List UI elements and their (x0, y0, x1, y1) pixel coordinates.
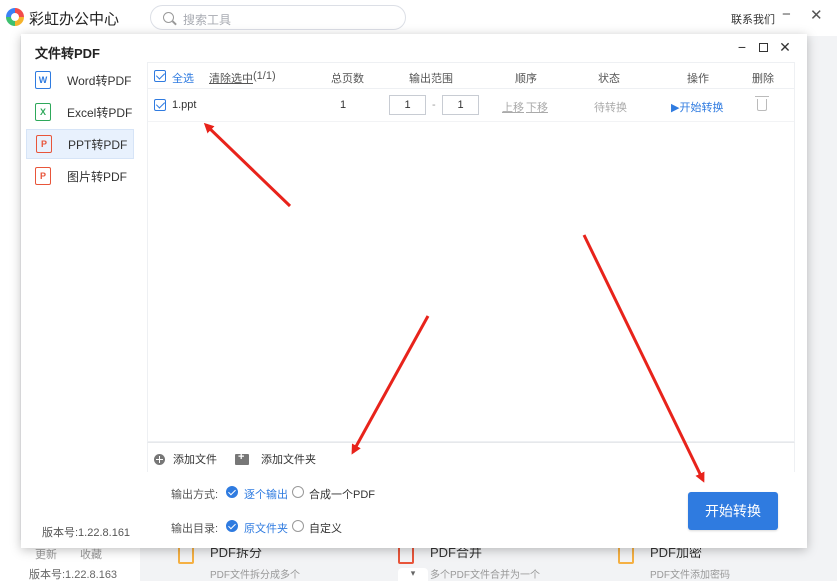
dialog-close-button[interactable]: ✕ (777, 39, 793, 56)
col-range: 输出范围 (409, 73, 453, 85)
file-to-pdf-dialog: 文件转PDF − ✕ W Word转PDF X Excel转PDF P PPT转… (21, 34, 807, 548)
radio-individual-label[interactable]: 逐个输出 (244, 486, 288, 502)
minimize-button[interactable]: − (782, 6, 791, 23)
col-delete: 删除 (752, 73, 774, 85)
output-mode-label: 输出方式: (171, 489, 219, 501)
app-logo-icon (6, 8, 24, 26)
add-folder-button[interactable]: 添加文件夹 (235, 451, 316, 467)
search-icon (163, 12, 174, 23)
update-link[interactable]: 更新 (35, 546, 57, 562)
move-up-link[interactable]: 上移 (502, 99, 524, 115)
radio-source-folder-label[interactable]: 原文件夹 (244, 520, 288, 536)
clear-selected-link[interactable]: 清除选中 (209, 70, 253, 86)
word-icon: W (35, 71, 51, 89)
output-dir-label: 输出目录: (171, 523, 219, 535)
range-from-input[interactable]: 1 (389, 95, 426, 115)
col-status: 状态 (598, 73, 620, 85)
radio-merge[interactable] (292, 486, 304, 498)
selected-count: (1/1) (253, 70, 276, 82)
radio-custom[interactable] (292, 520, 304, 532)
ppt-icon: P (36, 135, 52, 153)
row-checkbox[interactable] (154, 99, 166, 111)
app-header: 彩虹办公中心 搜索工具 联系我们 − ✕ (0, 0, 837, 36)
col-order: 顺序 (515, 73, 537, 85)
app-title: 彩虹办公中心 (29, 11, 120, 28)
plus-circle-icon (154, 453, 165, 465)
search-input[interactable]: 搜索工具 (150, 5, 406, 30)
file-name: 1.ppt (172, 99, 197, 111)
table-header: 全选 清除选中 (1/1) 总页数 输出范围 顺序 状态 操作 删除 (148, 63, 794, 89)
expand-toggle[interactable]: ▾ (398, 568, 428, 581)
contact-link[interactable]: 联系我们 (731, 11, 775, 27)
radio-individual[interactable] (226, 486, 238, 498)
sidebar-background (0, 36, 20, 540)
dialog-version: 版本号:1.22.8.161 (42, 527, 131, 539)
radio-source-folder[interactable] (226, 520, 238, 532)
favorites-link[interactable]: 收藏 (80, 546, 102, 562)
select-all-label[interactable]: 全选 (172, 70, 194, 86)
nav-item-ppt[interactable]: P PPT转PDF (26, 129, 134, 159)
add-file-button[interactable]: 添加文件 (154, 451, 217, 467)
folder-plus-icon (235, 451, 249, 465)
file-table: 全选 清除选中 (1/1) 总页数 输出范围 顺序 状态 操作 删除 1.ppt… (147, 62, 795, 442)
radio-merge-label[interactable]: 合成一个PDF (309, 486, 375, 502)
select-all-checkbox[interactable] (154, 70, 166, 82)
dialog-maximize-button[interactable] (759, 43, 768, 52)
radio-custom-label[interactable]: 自定义 (309, 520, 342, 536)
file-toolbar: 添加文件 添加文件夹 (147, 442, 795, 472)
trash-icon[interactable] (755, 96, 769, 111)
range-separator: - (432, 99, 436, 111)
excel-icon: X (35, 103, 51, 121)
row-start-convert-link[interactable]: ▶开始转换 (671, 99, 723, 115)
nav-item-image[interactable]: P 图片转PDF (26, 161, 134, 191)
range-to-input[interactable]: 1 (442, 95, 479, 115)
start-convert-button[interactable]: 开始转换 (688, 492, 778, 530)
table-row: 1.ppt 1 1 - 1 上移 下移 待转换 ▶开始转换 (148, 90, 794, 122)
dialog-title: 文件转PDF (35, 46, 101, 61)
image-icon: P (35, 167, 51, 185)
status-text: 待转换 (594, 102, 627, 114)
nav-item-excel[interactable]: X Excel转PDF (26, 97, 134, 127)
close-button[interactable]: ✕ (810, 6, 823, 24)
move-down-link[interactable]: 下移 (526, 99, 548, 115)
converter-nav: W Word转PDF X Excel转PDF P PPT转PDF P 图片转PD… (21, 62, 141, 548)
search-placeholder: 搜索工具 (183, 13, 232, 27)
app-version: 版本号:1.22.8.163 (29, 569, 118, 581)
nav-item-word[interactable]: W Word转PDF (26, 65, 134, 95)
col-pages: 总页数 (331, 73, 364, 85)
col-action: 操作 (687, 73, 709, 85)
page-count: 1 (340, 99, 347, 111)
dialog-minimize-button[interactable]: − (734, 39, 750, 55)
